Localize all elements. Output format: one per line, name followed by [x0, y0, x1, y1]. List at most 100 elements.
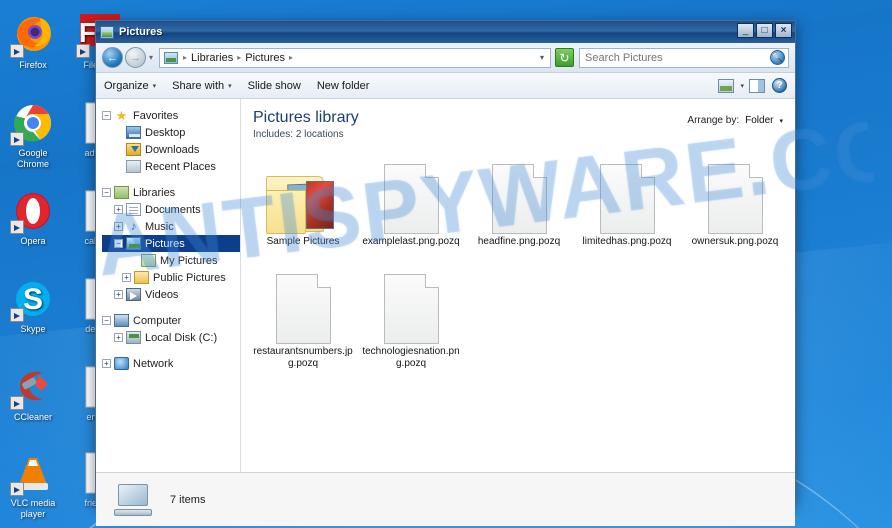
- desktop-icon-ccleaner[interactable]: CCleaner: [2, 364, 64, 423]
- sidebar-item-libraries[interactable]: − Libraries: [102, 184, 240, 201]
- sidebar-item-public-pictures[interactable]: + Public Pictures: [102, 269, 240, 286]
- sidebar-label: Videos: [145, 288, 179, 301]
- arrange-by-label: Arrange by:: [687, 115, 740, 126]
- list-item[interactable]: limitedhas.png.pozq: [573, 150, 681, 248]
- chevron-down-icon[interactable]: ▾: [779, 117, 783, 125]
- expander-icon[interactable]: −: [102, 111, 111, 120]
- layout-pane-icon[interactable]: [749, 78, 765, 93]
- file-name: restaurantsnumbers.jpg.pozq: [253, 346, 353, 369]
- window-body: − ★ Favorites Desktop Downloads Recent P…: [96, 99, 795, 472]
- list-item[interactable]: technologiesnation.png.pozq: [357, 260, 465, 370]
- close-button[interactable]: ×: [775, 23, 792, 38]
- share-with-button[interactable]: Share with ▾: [172, 80, 232, 92]
- expander-icon[interactable]: +: [114, 222, 123, 231]
- arrange-by-value: Folder: [745, 115, 774, 126]
- ccleaner-icon: [10, 364, 56, 410]
- shortcut-badge-icon: [10, 132, 24, 146]
- slide-show-button[interactable]: Slide show: [248, 80, 301, 92]
- breadcrumb-caret-icon[interactable]: ▸: [181, 53, 189, 62]
- slide-show-label: Slide show: [247, 79, 301, 92]
- includes-label: Includes:: [253, 129, 294, 140]
- list-item[interactable]: examplelast.png.pozq: [357, 150, 465, 248]
- navigation-pane: − ★ Favorites Desktop Downloads Recent P…: [96, 99, 241, 472]
- preview-pane-icon[interactable]: [718, 78, 735, 93]
- search-input[interactable]: [583, 50, 770, 65]
- sidebar-item-recent-places[interactable]: Recent Places: [102, 158, 240, 175]
- minimize-button[interactable]: _: [737, 23, 754, 38]
- chevron-down-icon: ▾: [228, 82, 232, 90]
- title-bar[interactable]: Pictures _ □ ×: [96, 21, 795, 43]
- back-button[interactable]: ←: [102, 47, 123, 68]
- new-folder-button[interactable]: New folder: [317, 80, 370, 92]
- expander-icon[interactable]: −: [102, 188, 111, 197]
- file-list-pane[interactable]: Pictures library Includes: 2 locations A…: [241, 99, 795, 472]
- search-icon[interactable]: 🔍: [770, 50, 785, 65]
- desktop-icon-skype[interactable]: S Skype: [2, 276, 64, 335]
- expander-icon[interactable]: −: [102, 316, 111, 325]
- arrange-by-control[interactable]: Arrange by: Folder ▾: [687, 109, 783, 126]
- shortcut-badge-icon: [76, 44, 90, 58]
- sidebar-item-music[interactable]: + ♪ Music: [102, 218, 240, 235]
- my-pictures-icon: [141, 254, 156, 267]
- sidebar-item-computer[interactable]: − Computer: [102, 312, 240, 329]
- status-bar: 7 items: [96, 472, 795, 526]
- network-icon: [114, 357, 129, 370]
- sidebar-label: Recent Places: [145, 160, 216, 173]
- sidebar-item-my-pictures[interactable]: My Pictures: [102, 252, 240, 269]
- pictures-icon: [126, 237, 141, 250]
- sidebar-item-desktop[interactable]: Desktop: [102, 124, 240, 141]
- expander-icon[interactable]: +: [122, 273, 131, 282]
- sidebar-item-pictures[interactable]: − Pictures: [102, 235, 240, 252]
- file-name: limitedhas.png.pozq: [582, 236, 672, 247]
- list-item[interactable]: restaurantsnumbers.jpg.pozq: [249, 260, 357, 370]
- file-grid: Sample Pictures examplelast.png.pozq hea…: [241, 144, 795, 382]
- file-name: headfine.png.pozq: [477, 236, 561, 247]
- desktop-icon-firefox[interactable]: Firefox: [2, 12, 64, 71]
- search-box[interactable]: 🔍: [579, 47, 789, 68]
- chevron-down-icon: ▾: [152, 82, 157, 90]
- sidebar-item-videos[interactable]: + Videos: [102, 286, 240, 303]
- sidebar-label: Music: [145, 220, 174, 233]
- desktop-icon-google-chrome[interactable]: Google Chrome: [2, 100, 64, 170]
- expander-icon[interactable]: +: [114, 290, 123, 299]
- expander-icon[interactable]: +: [102, 359, 111, 368]
- sidebar-label: Public Pictures: [153, 271, 226, 284]
- maximize-button[interactable]: □: [756, 23, 773, 38]
- folder-photo-2: [306, 181, 334, 229]
- list-item[interactable]: ownersuk.png.pozq: [681, 150, 789, 248]
- expander-icon[interactable]: −: [114, 239, 123, 248]
- chevron-down-icon[interactable]: ▾: [740, 82, 744, 90]
- breadcrumb-libraries[interactable]: Libraries: [189, 52, 235, 64]
- file-name: technologiesnation.png.pozq: [362, 346, 460, 369]
- breadcrumb-caret-icon[interactable]: ▸: [235, 53, 243, 62]
- sidebar-item-network[interactable]: + Network: [102, 355, 240, 372]
- refresh-icon[interactable]: ↻: [555, 48, 574, 67]
- address-bar[interactable]: ▸ Libraries ▸ Pictures ▸ ▾: [159, 47, 551, 68]
- help-icon[interactable]: ?: [772, 78, 787, 93]
- desktop-icon-opera[interactable]: Opera: [2, 188, 64, 247]
- sidebar-item-documents[interactable]: + Documents: [102, 201, 240, 218]
- desktop-icon-vlc-media-player[interactable]: VLC media player: [2, 450, 64, 520]
- breadcrumb-caret-icon[interactable]: ▸: [287, 53, 295, 62]
- expander-icon[interactable]: +: [114, 333, 123, 342]
- folder-front: [266, 190, 306, 234]
- list-item[interactable]: headfine.png.pozq: [465, 150, 573, 248]
- expander-icon[interactable]: +: [114, 205, 123, 214]
- generic-file-icon: [707, 163, 763, 234]
- sidebar-item-downloads[interactable]: Downloads: [102, 141, 240, 158]
- forward-button[interactable]: →: [125, 47, 146, 68]
- organize-button[interactable]: Organize ▾: [104, 80, 156, 92]
- file-thumbnail: [573, 150, 681, 234]
- sidebar-item-local-disk-c[interactable]: + Local Disk (C:): [102, 329, 240, 346]
- address-dropdown-icon[interactable]: ▾: [540, 53, 546, 62]
- shortcut-badge-icon: [10, 44, 24, 58]
- chrome-icon: [10, 100, 56, 146]
- recent-pages-caret-icon[interactable]: ▾: [149, 53, 153, 62]
- breadcrumb-pictures[interactable]: Pictures: [243, 52, 287, 64]
- list-item[interactable]: Sample Pictures: [249, 150, 357, 248]
- sidebar-item-favorites[interactable]: − ★ Favorites: [102, 107, 240, 124]
- file-thumbnail: [465, 150, 573, 234]
